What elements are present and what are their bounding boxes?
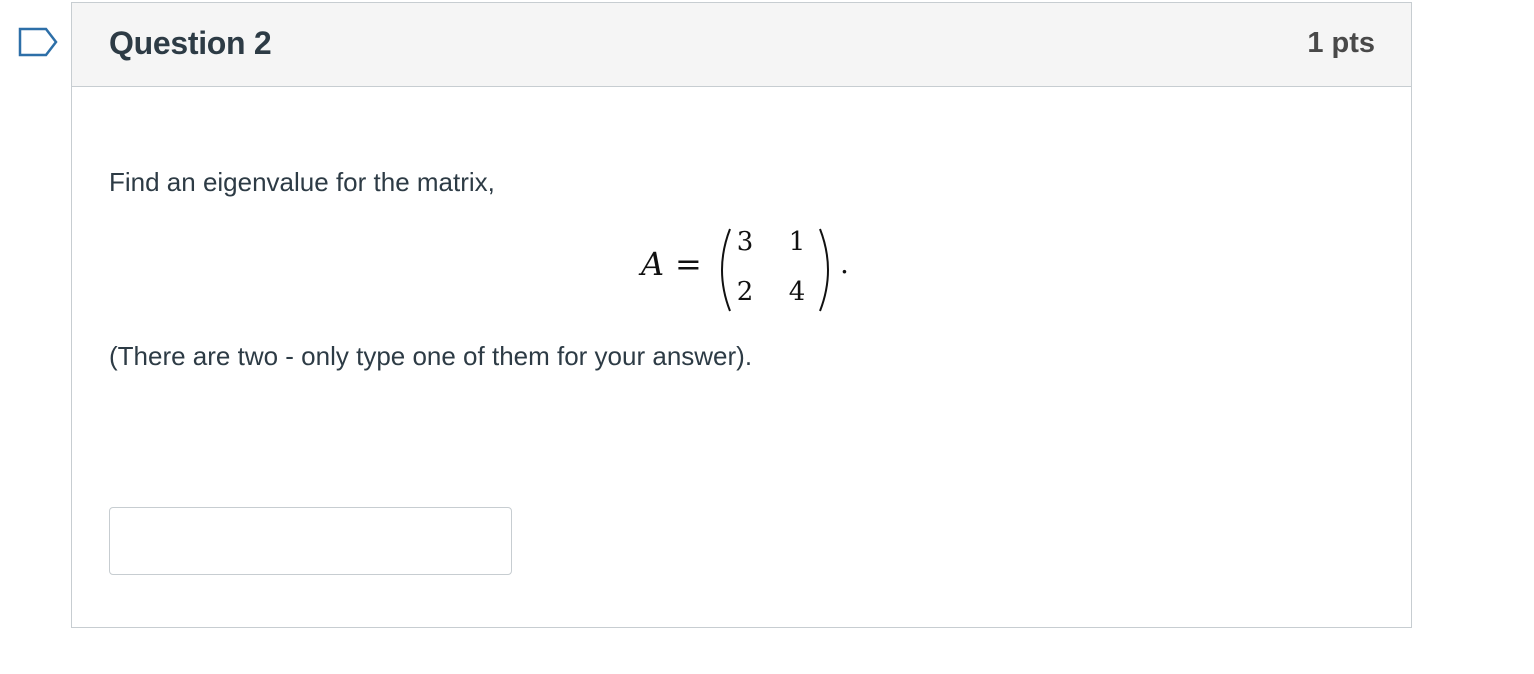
question-points: 1 pts: [1307, 27, 1375, 59]
question-header: Question 2 1 pts: [72, 3, 1411, 87]
quiz-page: Question 2 1 pts Find an eigenvalue for …: [0, 0, 1534, 674]
answer-input[interactable]: [109, 507, 512, 575]
matrix-cell: 3: [736, 227, 754, 257]
flag-question-icon[interactable]: [18, 27, 58, 59]
matrix-cell: 4: [788, 277, 806, 307]
equation-period: .: [840, 247, 849, 280]
equation-equals: =: [675, 245, 702, 283]
question-title: Question 2: [109, 25, 272, 61]
question-note: (There are two - only type one of them f…: [109, 341, 753, 371]
question-prompt: Find an eigenvalue for the matrix,: [109, 167, 495, 197]
matrix-equation: A = 3 1 2 4 .: [638, 227, 868, 317]
question-card: Question 2 1 pts Find an eigenvalue for …: [71, 2, 1412, 628]
left-paren-icon: [721, 228, 731, 312]
right-paren-icon: [819, 228, 829, 312]
matrix-cell: 1: [788, 227, 806, 257]
equation-lhs: A: [641, 245, 665, 283]
matrix-cell: 2: [736, 277, 754, 307]
